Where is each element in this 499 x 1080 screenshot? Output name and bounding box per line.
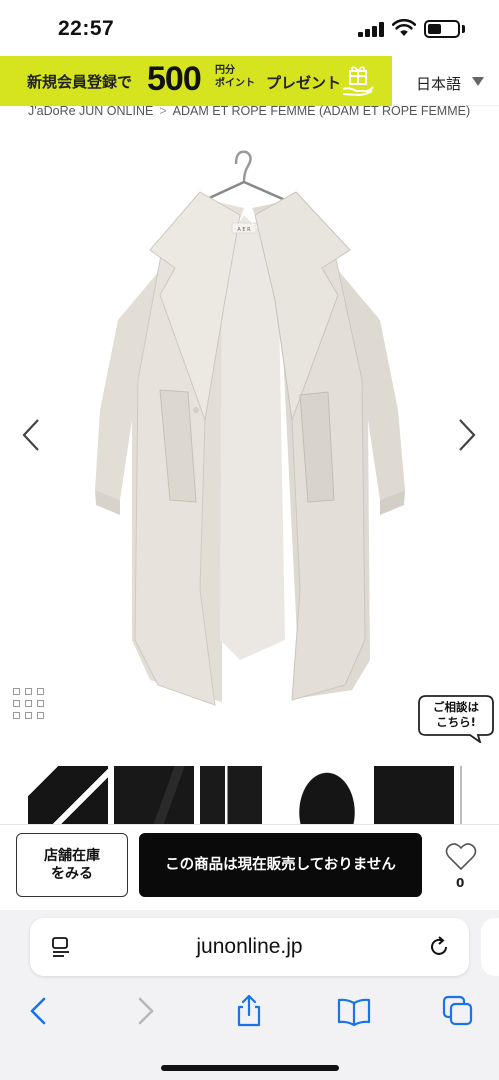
store-stock-button[interactable]: 店舗在庫 をみる — [16, 833, 128, 897]
promo-unit: 円分 ポイント — [215, 64, 255, 90]
thumbnail-2[interactable] — [114, 766, 194, 824]
promo-left-text: 新規会員登録で — [27, 73, 133, 91]
prev-image-arrow-icon[interactable] — [18, 415, 46, 455]
store-stock-line2: をみる — [51, 866, 93, 882]
next-image-arrow-icon[interactable] — [452, 415, 480, 455]
promo-unit-line2: ポイント — [215, 78, 255, 89]
breadcrumb-separator: > — [159, 104, 167, 118]
cellular-signal-icon — [358, 22, 384, 37]
breadcrumb-item-home[interactable]: J'aDoRe JUN ONLINE — [28, 104, 153, 118]
consult-line1: ご相談は — [433, 700, 479, 714]
url-text: junonline.jp — [196, 935, 303, 958]
address-bar[interactable]: junonline.jp — [30, 918, 469, 976]
promo-amount: 500 — [147, 60, 202, 98]
language-selector[interactable]: 日本語 — [392, 56, 499, 106]
reload-icon[interactable] — [427, 935, 451, 959]
thumbnail-6[interactable] — [460, 766, 499, 824]
consult-line2: こちら! — [436, 715, 476, 729]
thumbnail-4[interactable] — [288, 766, 366, 824]
promo-right-text: プレゼント — [266, 74, 342, 92]
thumbnail-1[interactable] — [28, 766, 108, 824]
status-bar: 22:57 — [0, 0, 499, 56]
bookmarks-icon[interactable] — [337, 994, 371, 1028]
grid-view-icon[interactable] — [13, 688, 47, 722]
favorite-count: 0 — [456, 876, 465, 890]
next-tab-preview[interactable] — [481, 918, 499, 976]
not-for-sale-button[interactable]: この商品は現在販売しておりません — [139, 833, 422, 897]
thumbnail-5[interactable] — [374, 766, 454, 824]
battery-icon — [424, 20, 460, 38]
tabs-icon[interactable] — [441, 994, 475, 1028]
forward-icon[interactable] — [128, 994, 162, 1028]
product-main-image[interactable]: A E R — [0, 120, 499, 760]
wifi-icon — [392, 19, 416, 36]
consult-chat-button[interactable]: ご相談は こちら! — [418, 695, 494, 743]
favorite-heart-icon[interactable] — [445, 842, 477, 872]
battery-tip — [462, 25, 465, 33]
home-indicator — [161, 1065, 339, 1071]
language-label: 日本語 — [416, 75, 462, 93]
share-icon[interactable] — [232, 994, 266, 1028]
chevron-down-icon — [472, 77, 484, 86]
promo-unit-line1: 円分 — [215, 65, 235, 76]
breadcrumb: J'aDoRe JUN ONLINE > ADAM ET ROPE FEMME (A… — [28, 104, 499, 120]
store-stock-line1: 店舗在庫 — [44, 848, 100, 864]
thumbnail-3[interactable] — [200, 766, 262, 824]
back-icon[interactable] — [22, 994, 56, 1028]
coat-label-tag: A E R — [237, 227, 251, 233]
gift-hand-icon — [342, 66, 374, 97]
thumbnail-strip — [0, 766, 499, 824]
breadcrumb-item-brand[interactable]: ADAM ET ROPE FEMME (ADAM ET ROPE FEMME) — [173, 104, 470, 118]
status-time: 22:57 — [58, 17, 115, 40]
